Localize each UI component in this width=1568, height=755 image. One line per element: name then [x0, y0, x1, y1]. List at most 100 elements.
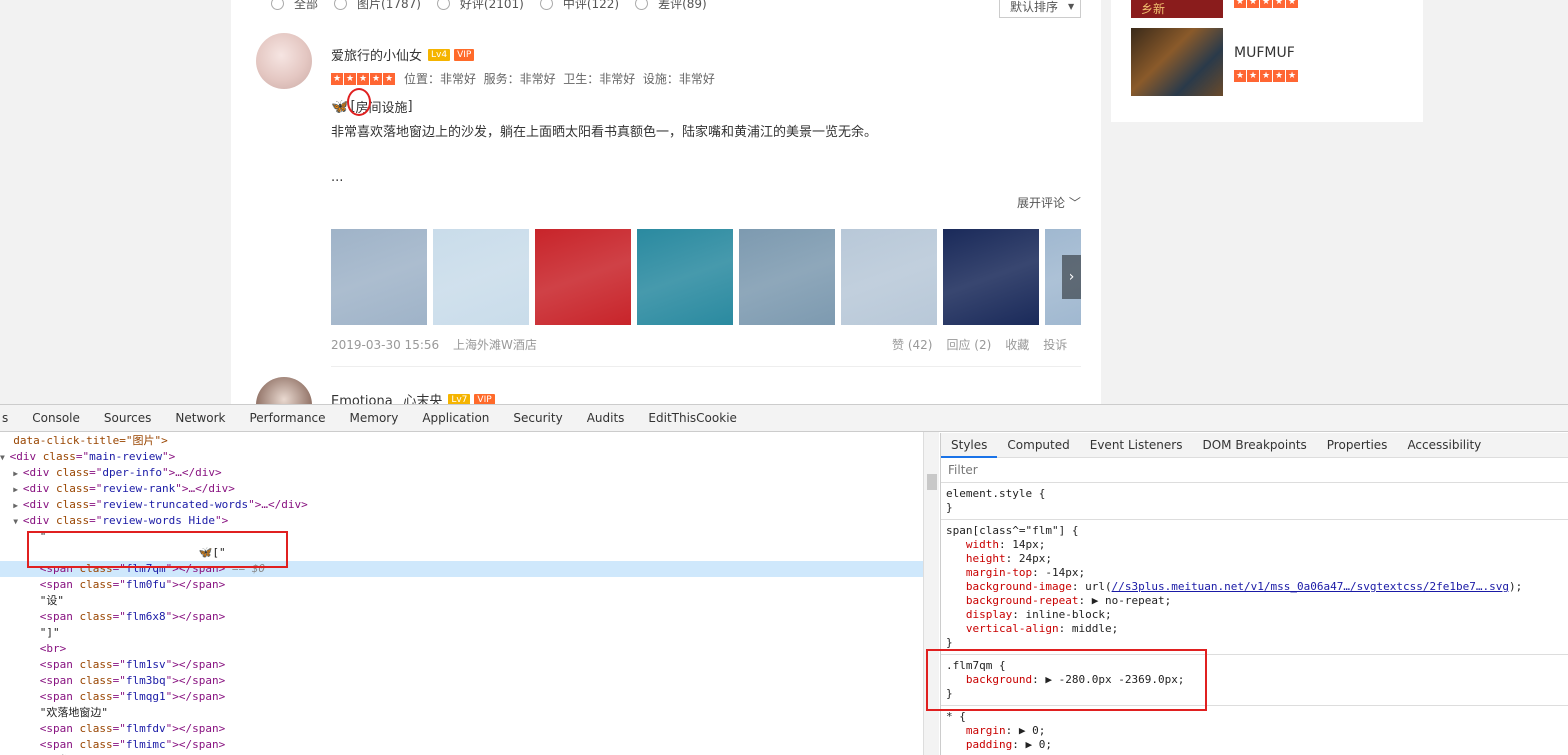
expand-triangle-icon[interactable]: ▼	[13, 517, 23, 526]
dom-attr-value: flm1sv	[125, 658, 166, 671]
dom-node-line[interactable]: "设"	[0, 593, 923, 609]
review-meta: 2019-03-30 15:56 上海外滩W酒店	[331, 336, 537, 353]
like-button[interactable]: 赞 (42)	[892, 336, 932, 353]
css-rule[interactable]: span[class^="flm"] { width: 14px; height…	[941, 520, 1568, 655]
collapse-triangle-icon[interactable]: ▶	[13, 469, 23, 478]
review-photo[interactable]	[433, 229, 529, 325]
dom-tag: "></span>	[165, 658, 226, 671]
filter-option[interactable]: 图片(1787)	[334, 0, 421, 12]
radio-button[interactable]	[334, 0, 348, 10]
css-declaration[interactable]: vertical-align: middle;	[946, 622, 1563, 636]
dom-node-line[interactable]: <br>	[0, 641, 923, 657]
reply-button[interactable]: 回应 (2)	[946, 336, 991, 353]
dom-node-line[interactable]: <span class="flmfdv"></span>	[0, 721, 923, 737]
shop-name[interactable]: MUFMUF	[1234, 45, 1295, 61]
dom-attr-value: main-review	[89, 450, 162, 463]
devtools-tab[interactable]: Sources	[92, 411, 163, 425]
devtools-tab[interactable]: s	[0, 411, 20, 425]
radio-button[interactable]	[635, 0, 649, 10]
devtools-tab[interactable]: Security	[501, 411, 574, 425]
avatar[interactable]	[256, 33, 312, 89]
styles-tab[interactable]: Computed	[997, 438, 1079, 452]
review-photo[interactable]	[739, 229, 835, 325]
css-rule[interactable]: * { margin: ▶ 0; padding: ▶ 0;	[941, 706, 1568, 755]
styles-tab[interactable]: Styles	[941, 433, 998, 458]
devtools-tab[interactable]: Application	[410, 411, 501, 425]
review-photo[interactable]	[535, 229, 631, 325]
filter-option[interactable]: 差评(89)	[635, 0, 707, 12]
filter-option[interactable]: 全部	[271, 0, 318, 12]
shop-thumbnail[interactable]	[1131, 28, 1223, 96]
radio-button[interactable]	[271, 0, 284, 10]
styles-tab[interactable]: DOM Breakpoints	[1192, 438, 1316, 452]
css-declaration[interactable]: padding: ▶ 0;	[946, 738, 1563, 752]
dom-node-line[interactable]: ▶ <div class="review-truncated-words">…<…	[0, 497, 923, 513]
css-declaration[interactable]: background-image: url(//s3plus.meituan.n…	[946, 580, 1563, 594]
annotation-box	[926, 649, 1207, 711]
dom-node-line[interactable]: <span class="flm3bq"></span>	[0, 673, 923, 689]
report-button[interactable]: 投诉	[1043, 336, 1067, 353]
dom-node-line[interactable]: ▶ <div class="review-rank">…</div>	[0, 481, 923, 497]
dom-node-line[interactable]: "]"	[0, 625, 923, 641]
favorite-button[interactable]: 收藏	[1005, 336, 1029, 353]
css-declaration[interactable]: background-repeat: ▶ no-repeat;	[946, 594, 1563, 608]
review-photo[interactable]	[331, 229, 427, 325]
css-declaration[interactable]: display: inline-block;	[946, 608, 1563, 622]
review-photo[interactable]	[637, 229, 733, 325]
css-url-link[interactable]: //s3plus.meituan.net/v1/mss_0a06a47…/svg…	[1112, 580, 1509, 593]
review-rank: ★ ★ ★ ★ ★ 位置：非常好 服务：非常好 卫生：非常好 设施：非常好	[331, 70, 715, 87]
dom-node-line[interactable]: data-click-title="图片">	[0, 433, 923, 449]
collapse-triangle-icon[interactable]: ▶	[13, 485, 23, 494]
dom-node-line[interactable]: "欢落地窗边"	[0, 705, 923, 721]
dom-tag: <div	[9, 450, 43, 463]
css-declaration[interactable]: height: 24px;	[946, 552, 1563, 566]
sort-dropdown[interactable]: 默认排序 ▼	[999, 0, 1081, 18]
styles-filter-input[interactable]: Filter	[941, 458, 1568, 483]
devtools-tab[interactable]: Console	[20, 411, 92, 425]
radio-button[interactable]	[436, 0, 450, 10]
screenshot: 全部 图片(1787) 好评(2101) 中评(122) 差评(89) 默认排序 ▼ 爱…	[0, 0, 1568, 755]
review-photo[interactable]	[841, 229, 937, 325]
filter-option[interactable]: 好评(2101)	[436, 0, 524, 12]
styles-tab[interactable]: Accessibility	[1397, 438, 1491, 452]
chevron-right-icon[interactable]: ›	[1062, 255, 1081, 299]
dom-node-line[interactable]: ▶ <div class="dper-info">…</div>	[0, 465, 923, 481]
dom-tag: "></span>	[165, 738, 226, 751]
dom-node-line[interactable]: <span class="flm1sv"></span>	[0, 657, 923, 673]
expand-review-link[interactable]: 展开评论 ﹀	[1017, 194, 1081, 211]
devtools-tab[interactable]: EditThisCookie	[636, 411, 749, 425]
dom-node-line[interactable]: <span class="flm0fu"></span>	[0, 577, 923, 593]
devtools-tab[interactable]: Audits	[575, 411, 637, 425]
collapse-triangle-icon[interactable]: ▶	[13, 501, 23, 510]
review-photo[interactable]	[943, 229, 1039, 325]
dom-tag: ="	[112, 690, 126, 703]
review-ellipsis: ...	[331, 170, 344, 185]
css-property: background-repeat	[965, 594, 1079, 607]
devtools-tab[interactable]: Network	[163, 411, 237, 425]
css-rule[interactable]: element.style {}	[941, 483, 1568, 520]
css-declaration[interactable]: margin-top: -14px;	[946, 566, 1563, 580]
scrollbar-thumb[interactable]	[927, 474, 937, 490]
dom-node-line[interactable]: ▼ <div class="review-words Hide">	[0, 513, 923, 529]
dom-node-line[interactable]: <span class="flm6x8"></span>	[0, 609, 923, 625]
reviewer-name[interactable]: Emotiona _心末央 Lv7 VIP	[331, 390, 495, 404]
filter-label: 中评(122)	[562, 0, 620, 11]
css-declaration[interactable]: width: 14px;	[946, 538, 1563, 552]
devtools-tab[interactable]: Memory	[338, 411, 411, 425]
reviewer-name[interactable]: 爱旅行的小仙女 Lv4 VIP	[331, 45, 475, 64]
avatar[interactable]	[256, 377, 312, 404]
shop-link[interactable]: 上海外滩W酒店	[453, 338, 537, 352]
styles-tab[interactable]: Event Listeners	[1080, 438, 1193, 452]
dom-node-line[interactable]: <span class="flmimc"></span>	[0, 737, 923, 753]
filter-option[interactable]: 中评(122)	[539, 0, 620, 12]
dom-node-line[interactable]: ▼ <div class="main-review">	[0, 449, 923, 465]
expand-triangle-icon[interactable]: ▼	[0, 453, 10, 462]
css-declaration[interactable]: margin: ▶ 0;	[946, 724, 1563, 738]
radio-button[interactable]	[539, 0, 553, 10]
devtools-tab[interactable]: Performance	[237, 411, 337, 425]
dom-node-line[interactable]: <span class="flmqg1"></span>	[0, 689, 923, 705]
shop-thumbnail[interactable]: 乡新	[1131, 0, 1223, 18]
styles-tab[interactable]: Properties	[1317, 438, 1398, 452]
star-rating: ★ ★ ★ ★ ★	[1234, 0, 1299, 8]
dom-tag: ="	[112, 674, 126, 687]
